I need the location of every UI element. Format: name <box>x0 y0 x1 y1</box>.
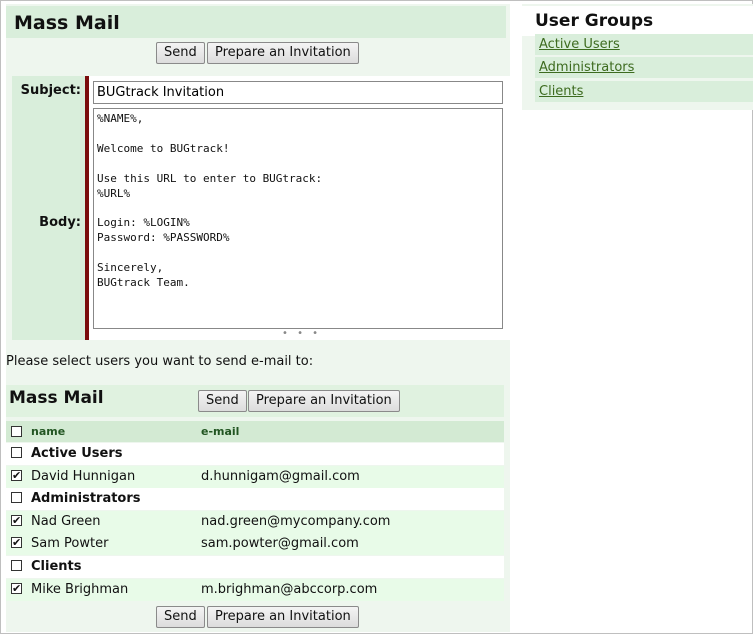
user-email: m.brighman@abccorp.com <box>201 581 378 597</box>
user-email: nad.green@mycompany.com <box>201 513 391 529</box>
user-name: Sam Powter <box>31 536 109 552</box>
user-group-link-clients[interactable]: Clients <box>539 81 583 102</box>
group-row: Active Users <box>6 443 504 465</box>
mass-mail-panel: Mass Mail Send Prepare an Invitation Sub… <box>6 4 510 632</box>
subject-input[interactable] <box>93 81 503 104</box>
group-row: Clients <box>6 556 504 578</box>
body-textarea[interactable]: %NAME%, Welcome to BUGtrack! Use this UR… <box>93 108 503 329</box>
footer-send-button[interactable]: Send <box>156 606 205 628</box>
user-row: ✔ Mike Brighman m.brighman@abccorp.com <box>6 578 504 601</box>
user-groups-title: User Groups <box>522 6 753 36</box>
column-header-name: name <box>31 425 66 438</box>
panel-title: Mass Mail <box>6 6 506 38</box>
user-checkbox[interactable]: ✔ <box>11 537 22 549</box>
user-email: d.hunnigam@gmail.com <box>201 468 360 484</box>
group-name: Clients <box>31 559 82 574</box>
resize-grip-icon[interactable]: • • • <box>282 328 321 339</box>
footer-prepare-invitation-button[interactable]: Prepare an Invitation <box>207 606 359 628</box>
user-name: Nad Green <box>31 513 101 529</box>
mail-form: Subject: Body: %NAME%, Welcome to BUGtra… <box>12 76 510 340</box>
subject-accent-bar <box>85 76 89 106</box>
recipients-table-header: name e-mail <box>6 421 504 442</box>
user-name: David Hunnigan <box>31 468 136 484</box>
user-group-item: Administrators <box>535 57 753 78</box>
user-group-item: Clients <box>535 81 753 102</box>
user-checkbox[interactable]: ✔ <box>11 469 22 481</box>
group-name: Active Users <box>31 446 123 461</box>
user-group-item: Active Users <box>535 34 753 55</box>
body-label: Body: <box>12 106 85 340</box>
user-email: sam.powter@gmail.com <box>201 536 359 552</box>
user-row: ✔ Nad Green nad.green@mycompany.com <box>6 510 504 533</box>
user-checkbox[interactable]: ✔ <box>11 514 22 526</box>
user-row: ✔ David Hunnigan d.hunnigam@gmail.com <box>6 465 504 488</box>
send-button[interactable]: Send <box>156 42 205 64</box>
user-checkbox[interactable]: ✔ <box>11 582 22 594</box>
body-accent-bar <box>85 106 89 340</box>
column-header-email: e-mail <box>201 425 240 438</box>
select-users-prompt: Please select users you want to send e-m… <box>6 354 314 369</box>
user-name: Mike Brighman <box>31 581 129 597</box>
subject-label: Subject: <box>12 76 85 106</box>
user-group-link-active-users[interactable]: Active Users <box>539 34 620 55</box>
group-name: Administrators <box>31 491 141 507</box>
group-checkbox[interactable] <box>11 492 22 504</box>
group-checkbox[interactable] <box>11 447 22 458</box>
user-row: ✔ Sam Powter sam.powter@gmail.com <box>6 533 504 556</box>
select-all-checkbox[interactable] <box>11 426 22 437</box>
user-group-link-administrators[interactable]: Administrators <box>539 57 634 78</box>
group-checkbox[interactable] <box>11 560 22 571</box>
user-groups-panel: User Groups Active Users Administrators … <box>522 4 753 110</box>
prepare-invitation-button[interactable]: Prepare an Invitation <box>207 42 359 64</box>
group-row: Administrators <box>6 488 504 511</box>
recipients-send-button[interactable]: Send <box>198 390 247 412</box>
recipients-prepare-invitation-button[interactable]: Prepare an Invitation <box>248 390 400 412</box>
